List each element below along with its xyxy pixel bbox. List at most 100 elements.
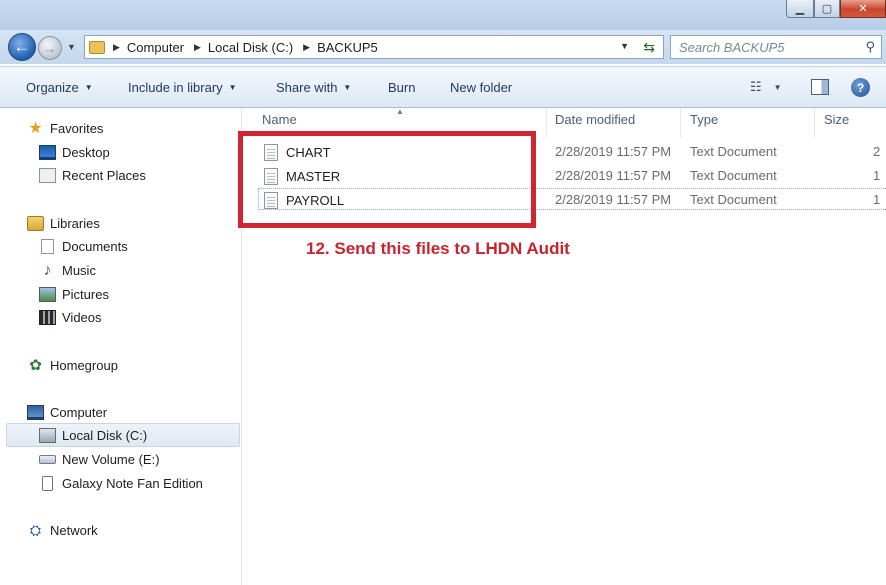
file-size: 1 xyxy=(873,192,881,207)
breadcrumb-backup5[interactable]: BACKUP5 xyxy=(317,40,378,55)
video-film-icon xyxy=(39,309,56,325)
recent-places-icon xyxy=(39,167,56,183)
music-note-icon: ♪ xyxy=(43,261,52,279)
share-with-button[interactable]: Share with ▼ xyxy=(276,80,351,95)
address-bar[interactable]: ▶ Computer ▶ Local Disk (C:) ▶ BACKUP5 ▼… xyxy=(84,35,664,59)
organize-button[interactable]: Organize ▼ xyxy=(26,80,93,95)
nav-label: Network xyxy=(50,522,98,538)
include-in-library-button[interactable]: Include in library ▼ xyxy=(128,80,237,95)
nav-videos[interactable]: Videos xyxy=(39,306,102,328)
file-size: 2 xyxy=(873,144,881,159)
nav-label: New Volume (E:) xyxy=(62,451,160,467)
address-dropdown-icon[interactable]: ▼ xyxy=(620,41,629,51)
recent-pages-dropdown[interactable]: ▼ xyxy=(67,42,76,52)
chevron-down-icon: ▼ xyxy=(773,82,782,92)
file-size: 1 xyxy=(873,168,881,183)
nav-desktop[interactable]: Desktop xyxy=(39,141,110,163)
nav-libraries[interactable]: Libraries xyxy=(27,212,100,234)
annotation-highlight-box xyxy=(238,131,536,228)
share-with-label: Share with xyxy=(276,80,338,95)
nav-label: Music xyxy=(62,262,96,278)
chevron-right-icon[interactable]: ▶ xyxy=(113,42,120,53)
network-icon: ⛭ xyxy=(29,521,42,538)
nav-label: Desktop xyxy=(62,144,110,160)
search-input[interactable]: Search BACKUP5 xyxy=(679,40,785,55)
maximize-button[interactable]: ▢ xyxy=(814,0,840,18)
nav-label: Favorites xyxy=(50,120,104,136)
refresh-icon[interactable]: ⇆ xyxy=(643,39,655,56)
folder-icon xyxy=(89,40,105,54)
search-icon[interactable]: ⚲ xyxy=(865,39,875,55)
removable-drive-icon xyxy=(39,454,56,464)
minimize-button[interactable]: ▁ xyxy=(786,0,814,18)
nav-pictures[interactable]: Pictures xyxy=(39,283,109,305)
nav-local-disk[interactable]: Local Disk (C:) xyxy=(6,423,240,447)
chevron-down-icon: ▼ xyxy=(228,83,237,92)
help-icon[interactable]: ? xyxy=(851,78,870,97)
file-type: Text Document xyxy=(690,192,777,207)
nav-label: Pictures xyxy=(62,286,109,302)
chevron-down-icon: ▼ xyxy=(343,83,352,92)
nav-homegroup[interactable]: ✿ Homegroup xyxy=(27,354,118,376)
nav-label: Local Disk (C:) xyxy=(62,427,148,443)
burn-label: Burn xyxy=(388,80,416,95)
column-header-name[interactable]: Name xyxy=(262,112,297,127)
column-divider[interactable] xyxy=(814,108,815,138)
close-button[interactable]: ✕ xyxy=(840,0,886,18)
file-type: Text Document xyxy=(690,144,777,159)
arrow-left-icon: ← xyxy=(13,37,31,56)
column-divider[interactable] xyxy=(546,108,547,138)
change-view-button[interactable]: ☷ ▼ xyxy=(750,79,782,95)
annotation-text: 12. Send this files to LHDN Audit xyxy=(306,239,570,258)
search-box[interactable]: Search BACKUP5 ⚲ xyxy=(670,35,882,59)
include-in-library-label: Include in library xyxy=(128,80,223,95)
organize-label: Organize xyxy=(26,80,79,95)
desktop-icon xyxy=(39,144,56,160)
library-icon xyxy=(27,215,44,231)
hard-disk-icon xyxy=(39,427,56,443)
file-date: 2/28/2019 11:57 PM xyxy=(555,192,672,207)
nav-music[interactable]: ♪ Music xyxy=(39,259,96,281)
nav-label: Libraries xyxy=(50,215,100,231)
breadcrumb-computer[interactable]: Computer xyxy=(127,40,184,55)
title-bar: ▁ ▢ ✕ xyxy=(0,0,886,30)
address-row: ← → ▼ ▶ Computer ▶ Local Disk (C:) ▶ BAC… xyxy=(0,30,886,64)
nav-network[interactable]: ⛭ Network xyxy=(27,519,98,541)
nav-label: Documents xyxy=(62,238,128,254)
new-folder-button[interactable]: New folder xyxy=(450,80,512,95)
column-header-type[interactable]: Type xyxy=(690,112,718,127)
homegroup-icon: ✿ xyxy=(29,356,42,374)
breadcrumb-local-disk[interactable]: Local Disk (C:) xyxy=(208,40,293,55)
nav-favorites[interactable]: ★ Favorites xyxy=(27,117,103,139)
view-list-icon: ☷ xyxy=(750,79,762,94)
new-folder-label: New folder xyxy=(450,80,513,95)
chevron-right-icon[interactable]: ▶ xyxy=(194,42,201,53)
nav-computer[interactable]: Computer xyxy=(27,401,107,423)
phone-device-icon xyxy=(42,475,53,491)
back-button[interactable]: ← xyxy=(8,33,36,61)
chevron-right-icon[interactable]: ▶ xyxy=(303,42,310,53)
column-header-date-modified[interactable]: Date modified xyxy=(555,112,635,127)
picture-icon xyxy=(39,286,56,302)
nav-label: Videos xyxy=(62,309,102,325)
nav-recent-places[interactable]: Recent Places xyxy=(39,164,146,186)
file-date: 2/28/2019 11:57 PM xyxy=(555,168,672,183)
navigation-pane: ★ Favorites Desktop Recent Places Librari… xyxy=(0,108,242,585)
command-toolbar: Organize ▼ Include in library ▼ Share with… xyxy=(0,66,886,108)
nav-documents[interactable]: Documents xyxy=(39,235,128,257)
burn-button[interactable]: Burn xyxy=(388,80,415,95)
window-controls: ▁ ▢ ✕ xyxy=(786,0,886,18)
nav-new-volume[interactable]: New Volume (E:) xyxy=(39,448,160,470)
forward-button[interactable]: → xyxy=(38,36,62,60)
column-header-size[interactable]: Size xyxy=(824,112,849,127)
chevron-down-icon: ▼ xyxy=(84,83,93,92)
computer-icon xyxy=(27,404,44,420)
nav-label: Galaxy Note Fan Edition xyxy=(62,475,203,491)
star-icon: ★ xyxy=(28,119,43,137)
sort-ascending-icon: ▲ xyxy=(396,107,404,116)
preview-pane-icon[interactable] xyxy=(811,79,829,95)
nav-label: Recent Places xyxy=(62,167,146,183)
document-icon xyxy=(41,238,54,254)
nav-galaxy-note[interactable]: Galaxy Note Fan Edition xyxy=(39,472,203,494)
column-divider[interactable] xyxy=(680,108,681,138)
